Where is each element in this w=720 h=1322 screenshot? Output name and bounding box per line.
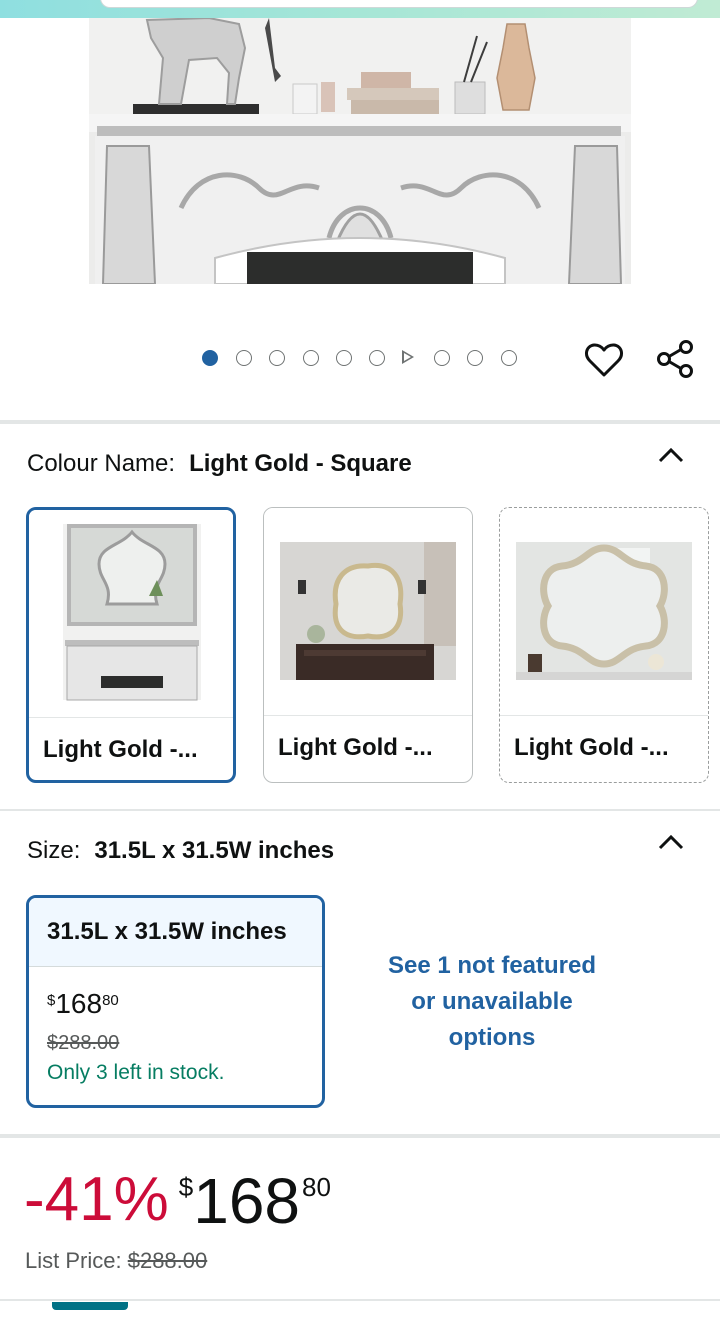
carousel-dot[interactable] bbox=[434, 350, 450, 366]
colour-option-square[interactable]: Light Gold -... bbox=[26, 507, 236, 783]
price-currency: $ bbox=[47, 992, 56, 1009]
carousel-dot[interactable] bbox=[303, 350, 319, 366]
section-divider bbox=[0, 1134, 720, 1138]
colour-label-key: Colour Name: bbox=[27, 450, 176, 477]
size-option-list-price: $288.00 bbox=[47, 1032, 120, 1054]
section-divider bbox=[0, 809, 720, 811]
carousel-dot[interactable] bbox=[467, 350, 483, 366]
size-option-card[interactable]: 31.5L x 31.5W inches $16880 $288.00 Only… bbox=[26, 895, 325, 1108]
carousel-dot[interactable] bbox=[269, 350, 285, 366]
search-bar-edge[interactable] bbox=[100, 0, 698, 8]
price-fraction: 80 bbox=[102, 992, 119, 1009]
chevron-up-icon[interactable] bbox=[656, 440, 686, 470]
colour-option-thumbnail bbox=[29, 510, 233, 718]
colour-option-thumbnail bbox=[264, 508, 472, 716]
main-price: -41% $16880 bbox=[24, 1164, 331, 1238]
carousel-dot[interactable] bbox=[236, 350, 252, 366]
price-currency: $ bbox=[178, 1172, 194, 1202]
price-whole: 168 bbox=[55, 988, 103, 1019]
carousel-dot[interactable] bbox=[369, 350, 385, 366]
colour-option-quatrefoil[interactable]: Light Gold -... bbox=[499, 507, 709, 783]
price-whole: 168 bbox=[193, 1165, 300, 1237]
size-option-price: $16880 bbox=[47, 988, 119, 1020]
colour-option-wavy[interactable]: Light Gold -... bbox=[263, 507, 473, 783]
see-unavailable-options-link[interactable]: See 1 not featured or unavailable options bbox=[360, 948, 624, 1056]
stock-status: Only 3 left in stock. bbox=[47, 1061, 225, 1084]
share-icon[interactable] bbox=[655, 339, 695, 379]
wishlist-heart-icon[interactable] bbox=[584, 340, 624, 380]
colour-name-label: Colour Name: Light Gold - Square bbox=[27, 450, 412, 478]
size-label-key: Size: bbox=[27, 837, 81, 864]
carousel-dot[interactable] bbox=[336, 350, 352, 366]
product-main-image[interactable] bbox=[89, 18, 631, 284]
carousel-dot[interactable] bbox=[501, 350, 517, 366]
chevron-up-icon[interactable] bbox=[656, 827, 686, 857]
price-fraction: 80 bbox=[302, 1172, 331, 1202]
bottom-tab-indicator bbox=[52, 1302, 128, 1310]
section-divider bbox=[0, 1299, 720, 1301]
colour-option-label: Light Gold -... bbox=[278, 734, 433, 761]
colour-option-thumbnail bbox=[500, 508, 708, 716]
divider bbox=[29, 717, 233, 718]
section-divider bbox=[0, 420, 720, 424]
list-price: List Price: $288.00 bbox=[25, 1248, 207, 1274]
divider bbox=[500, 715, 708, 716]
list-price-value: $288.00 bbox=[127, 1248, 208, 1273]
search-bar-strip bbox=[0, 0, 720, 18]
colour-selected-value: Light Gold - Square bbox=[189, 450, 412, 477]
colour-option-label: Light Gold -... bbox=[514, 734, 669, 761]
carousel-dot[interactable] bbox=[202, 350, 218, 366]
divider bbox=[264, 715, 472, 716]
video-play-icon[interactable] bbox=[402, 350, 414, 364]
colour-option-label: Light Gold -... bbox=[43, 736, 198, 763]
size-label: Size: 31.5L x 31.5W inches bbox=[27, 837, 334, 865]
size-option-title: 31.5L x 31.5W inches bbox=[29, 898, 322, 967]
list-price-label: List Price: bbox=[25, 1248, 122, 1273]
discount-percentage: -41% bbox=[24, 1165, 169, 1234]
size-selected-value: 31.5L x 31.5W inches bbox=[94, 837, 335, 864]
